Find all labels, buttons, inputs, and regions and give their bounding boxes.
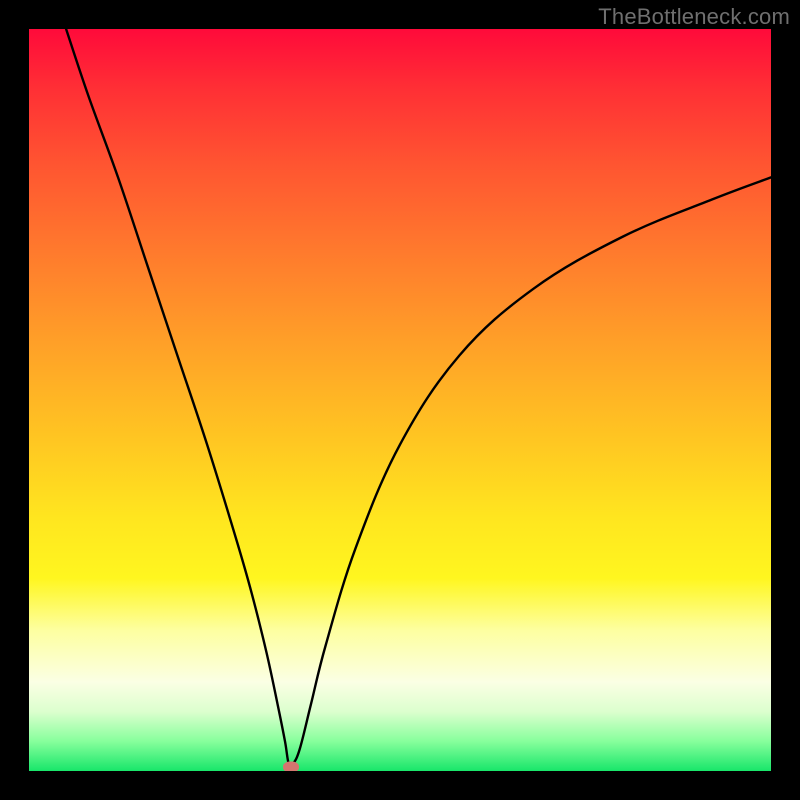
chart-frame: TheBottleneck.com — [0, 0, 800, 800]
minimum-marker — [283, 762, 299, 771]
plot-area — [29, 29, 771, 771]
watermark-text: TheBottleneck.com — [598, 4, 790, 30]
bottleneck-curve — [29, 29, 771, 771]
